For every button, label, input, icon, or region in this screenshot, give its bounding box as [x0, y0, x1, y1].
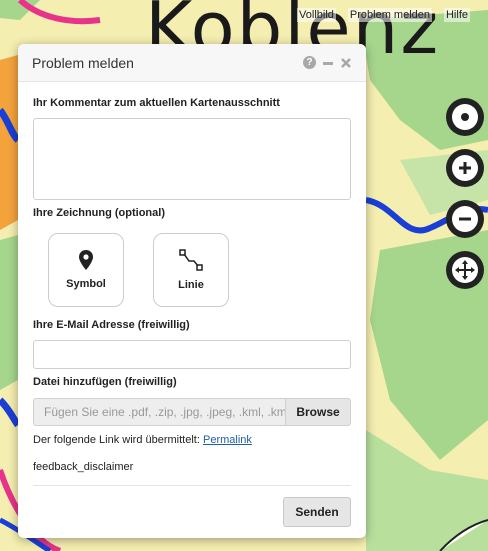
browse-button[interactable]: Browse [285, 398, 351, 426]
symbol-label: Symbol [66, 278, 106, 290]
center-location-button[interactable] [446, 98, 484, 136]
report-problem-link[interactable]: Problem melden [347, 8, 432, 22]
fullscreen-link[interactable]: Vollbild [297, 8, 336, 22]
top-links: Vollbild Problem melden Hilfe [297, 8, 470, 22]
permalink-link[interactable]: Permalink [203, 434, 252, 446]
comment-label: Ihr Kommentar zum aktuellen Kartenaussch… [33, 97, 280, 109]
dialog-header: Problem melden ? [18, 44, 366, 82]
pan-button[interactable] [446, 251, 484, 289]
plus-icon [459, 162, 471, 174]
dialog-title: Problem melden [32, 54, 134, 71]
feedback-disclaimer: feedback_disclaimer [33, 461, 134, 473]
file-upload-row: Fügen Sie eine .pdf, .zip, .jpg, .jpeg, … [33, 398, 351, 426]
minus-icon [459, 217, 471, 221]
help-icon[interactable]: ? [303, 56, 316, 69]
comment-field[interactable] [33, 118, 351, 200]
link-info-text: Der folgende Link wird übermittelt: [33, 434, 200, 446]
line-label: Linie [178, 279, 204, 291]
link-info: Der folgende Link wird übermittelt: Perm… [33, 434, 252, 446]
email-label: Ihre E-Mail Adresse (freiwillig) [33, 319, 190, 331]
drawing-label: Ihre Zeichnung (optional) [33, 207, 165, 219]
line-icon [179, 249, 203, 271]
dialog-header-icons: ? [303, 56, 352, 69]
email-field[interactable] [33, 340, 351, 369]
footer-divider [33, 485, 351, 486]
send-button[interactable]: Senden [283, 497, 351, 527]
draw-line-button[interactable]: Linie [153, 233, 229, 307]
map-marker-icon [79, 250, 93, 270]
move-icon [455, 260, 475, 280]
target-icon [461, 113, 469, 121]
file-label: Datei hinzufügen (freiwillig) [33, 376, 177, 388]
zoom-in-button[interactable] [446, 149, 484, 187]
close-icon[interactable] [340, 57, 352, 69]
help-link[interactable]: Hilfe [443, 8, 470, 22]
zoom-out-button[interactable] [446, 200, 484, 238]
report-problem-dialog: Problem melden ? Ihr Kommentar zum aktue… [18, 44, 366, 538]
draw-symbol-button[interactable]: Symbol [48, 233, 124, 307]
file-input[interactable]: Fügen Sie eine .pdf, .zip, .jpg, .jpeg, … [33, 398, 285, 426]
minimize-icon[interactable] [322, 57, 334, 69]
